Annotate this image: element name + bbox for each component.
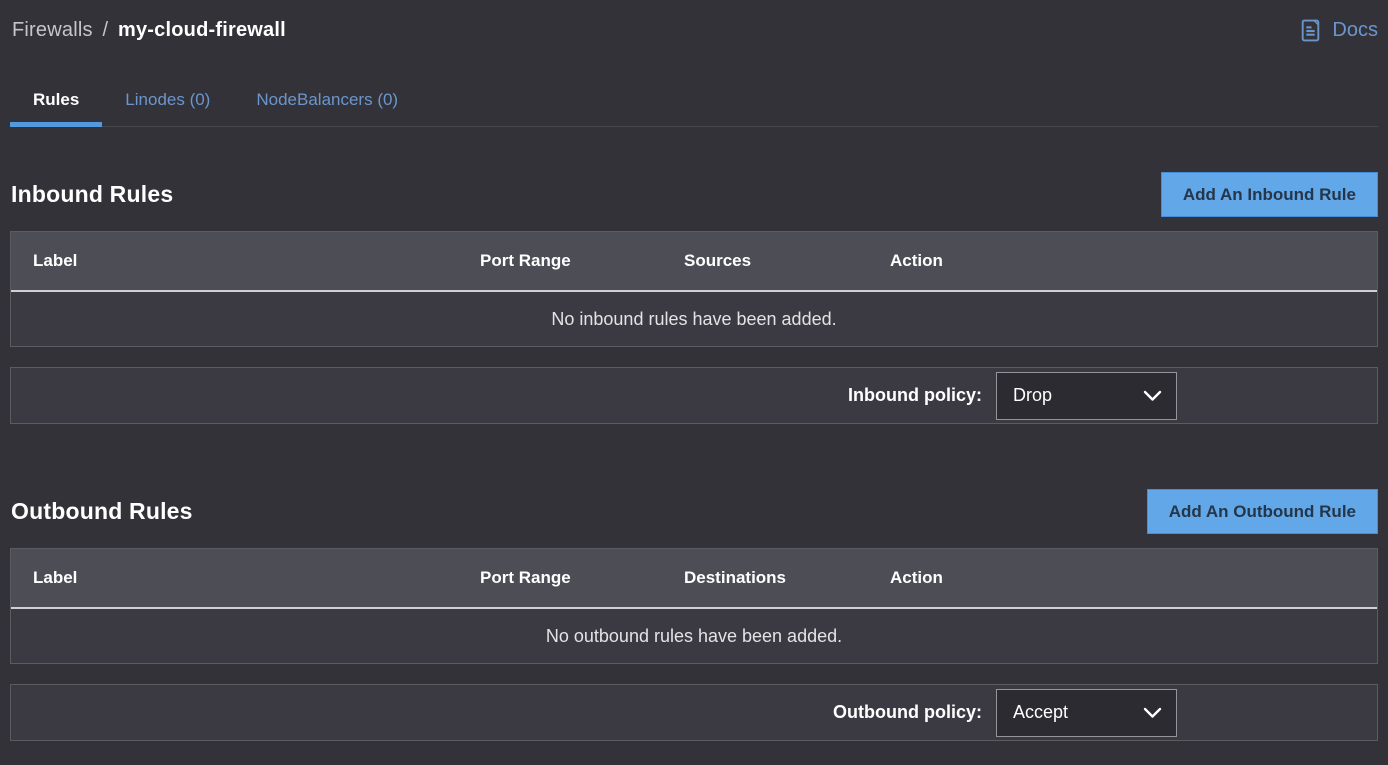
firewall-detail-page: Firewalls / my-cloud-firewall Docs Rules… — [0, 0, 1388, 765]
outbound-rules-title: Outbound Rules — [10, 498, 193, 525]
chevron-down-icon — [1143, 390, 1162, 402]
tab-nodebalancers-label: NodeBalancers (0) — [256, 90, 398, 110]
tab-linodes-label: Linodes (0) — [125, 90, 210, 110]
inbound-policy-selected-value: Drop — [1013, 385, 1052, 406]
inbound-policy-select[interactable]: Drop — [996, 372, 1177, 420]
column-header-port-range: Port Range — [470, 568, 674, 588]
tab-bar: Rules Linodes (0) NodeBalancers (0) — [10, 78, 1378, 127]
docs-link[interactable]: Docs — [1298, 18, 1378, 43]
tab-nodebalancers[interactable]: NodeBalancers (0) — [233, 78, 421, 127]
column-header-label: Label — [11, 251, 470, 271]
inbound-policy-label: Inbound policy: — [848, 385, 982, 406]
inbound-empty-text: No inbound rules have been added. — [551, 309, 836, 330]
outbound-policy-select[interactable]: Accept — [996, 689, 1177, 737]
column-header-action: Action — [880, 568, 1377, 588]
inbound-empty-state-row: No inbound rules have been added. — [11, 292, 1377, 346]
outbound-policy-row: Outbound policy: Accept — [10, 684, 1378, 741]
outbound-empty-state-row: No outbound rules have been added. — [11, 609, 1377, 663]
inbound-rules-table: Label Port Range Sources Action No inbou… — [10, 231, 1378, 347]
outbound-table-header-row: Label Port Range Destinations Action — [11, 549, 1377, 609]
inbound-rules-title: Inbound Rules — [10, 181, 173, 208]
outbound-section-header: Outbound Rules Add An Outbound Rule — [10, 489, 1378, 534]
tab-rules-label: Rules — [33, 90, 79, 110]
add-outbound-rule-button[interactable]: Add An Outbound Rule — [1147, 489, 1378, 534]
docs-icon — [1298, 18, 1323, 43]
chevron-down-icon — [1143, 707, 1162, 719]
inbound-section-header: Inbound Rules Add An Inbound Rule — [10, 172, 1378, 217]
inbound-policy-row: Inbound policy: Drop — [10, 367, 1378, 424]
column-header-port-range: Port Range — [470, 251, 674, 271]
breadcrumb: Firewalls / my-cloud-firewall — [10, 19, 286, 42]
outbound-empty-text: No outbound rules have been added. — [546, 626, 842, 647]
breadcrumb-separator: / — [102, 19, 108, 41]
breadcrumb-current-firewall: my-cloud-firewall — [118, 19, 286, 41]
outbound-rules-table: Label Port Range Destinations Action No … — [10, 548, 1378, 664]
add-inbound-rule-button[interactable]: Add An Inbound Rule — [1161, 172, 1378, 217]
tab-linodes[interactable]: Linodes (0) — [102, 78, 233, 127]
outbound-policy-selected-value: Accept — [1013, 702, 1068, 723]
page-header: Firewalls / my-cloud-firewall Docs — [10, 0, 1378, 48]
outbound-policy-label: Outbound policy: — [833, 702, 982, 723]
docs-link-label: Docs — [1332, 19, 1378, 42]
breadcrumb-firewalls-link[interactable]: Firewalls — [12, 19, 93, 41]
column-header-destinations: Destinations — [674, 568, 880, 588]
inbound-table-header-row: Label Port Range Sources Action — [11, 232, 1377, 292]
column-header-action: Action — [880, 251, 1377, 271]
tab-rules[interactable]: Rules — [10, 78, 102, 127]
column-header-label: Label — [11, 568, 470, 588]
column-header-sources: Sources — [674, 251, 880, 271]
